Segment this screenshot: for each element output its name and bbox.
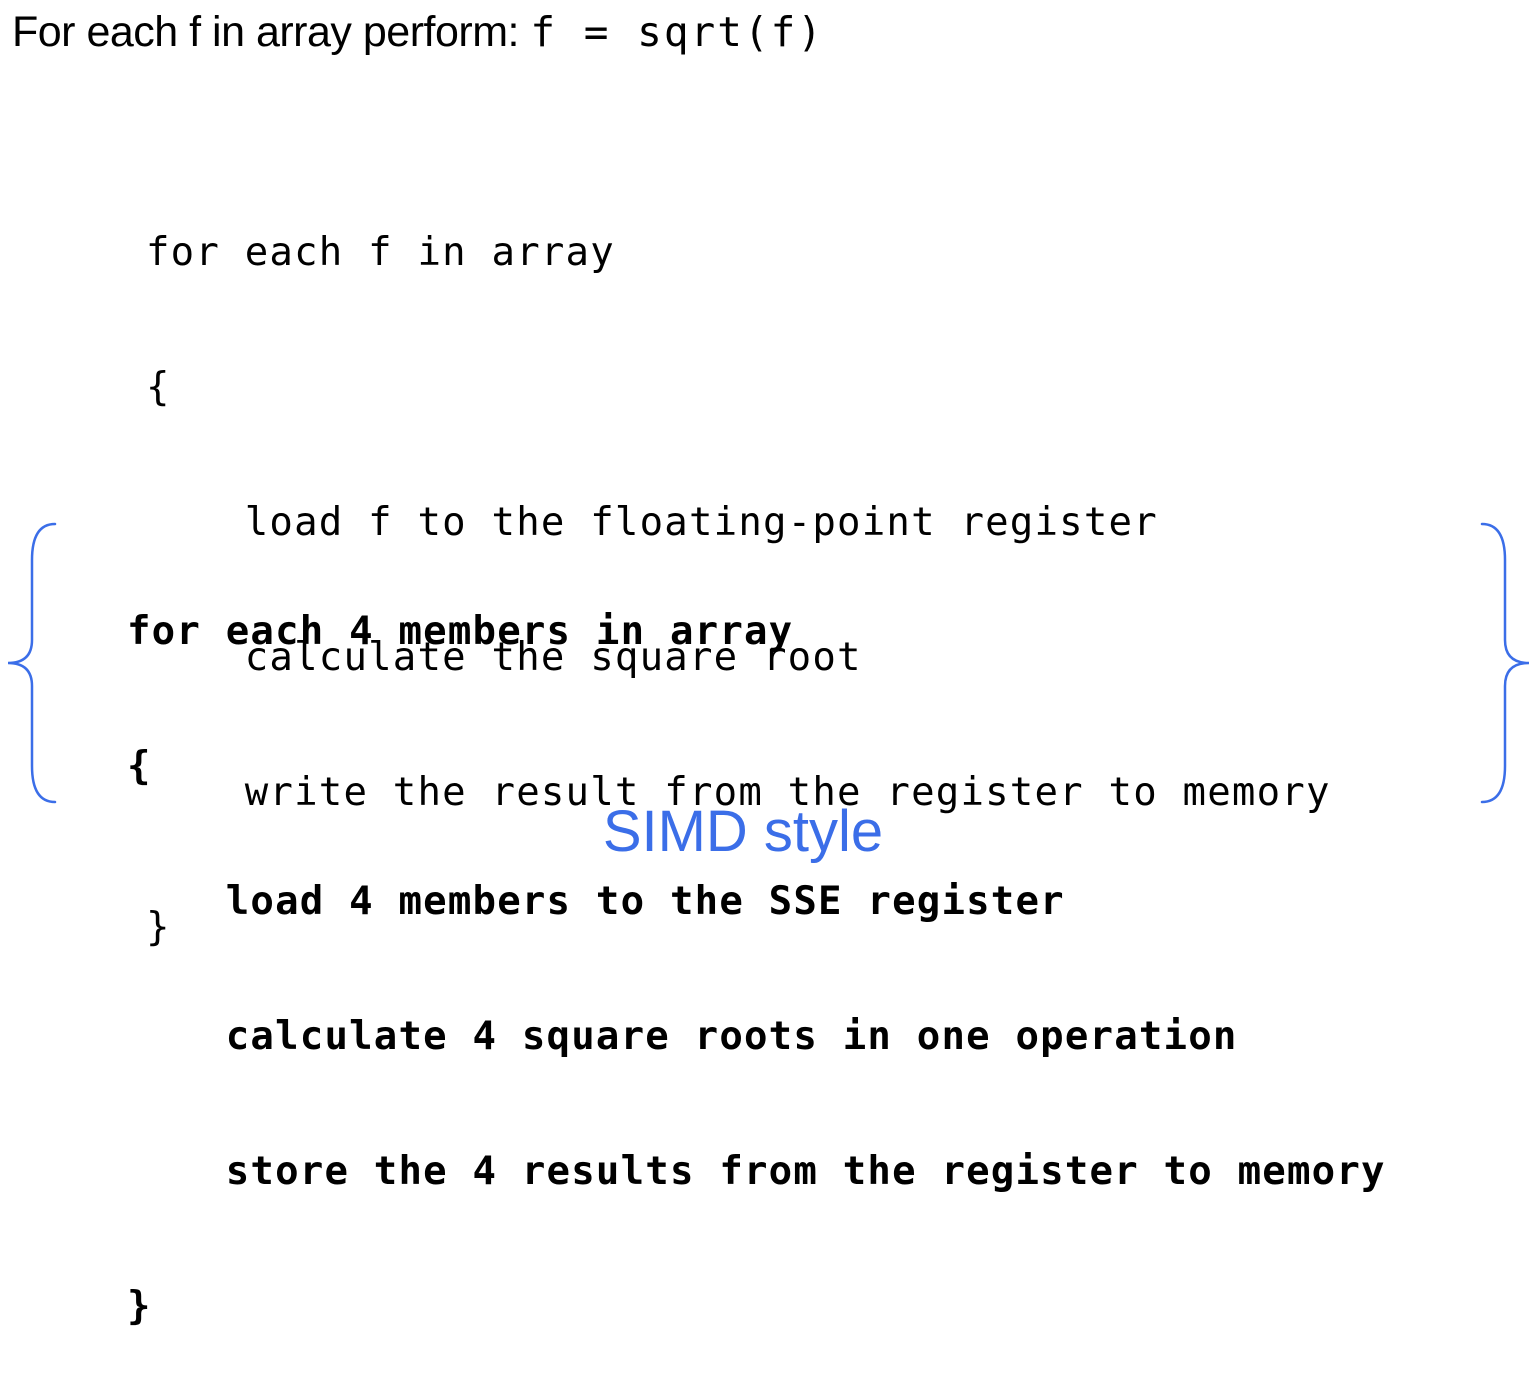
right-brace	[1480, 522, 1530, 804]
simd-caption: SIMD style	[602, 799, 884, 864]
simd-code-line-4: calculate 4 square roots in one operatio…	[127, 1014, 1238, 1059]
simd-code-line-5: store the 4 results from the register to…	[127, 1149, 1386, 1194]
simd-code-line-1: for each 4 members in array	[127, 609, 794, 654]
simd-code-line-6: }	[127, 1284, 152, 1329]
simd-code-line-3: load 4 members to the SSE register	[127, 879, 1065, 924]
left-brace	[7, 522, 57, 804]
simd-code-line-2: {	[127, 744, 152, 789]
simd-code-block: for each 4 members in array { load 4 mem…	[127, 519, 1386, 1374]
